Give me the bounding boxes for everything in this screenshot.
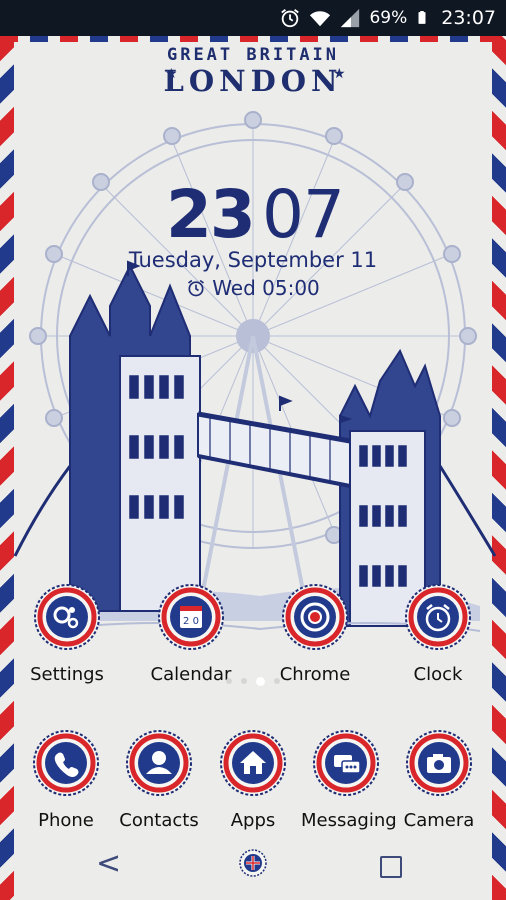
app-settings[interactable]: Settings [22,584,112,685]
chat-icon [313,730,379,796]
battery-percentage: 69% [369,8,408,28]
contact-icon [126,730,192,796]
calendar-icon: 2 0 [158,584,224,650]
home-icon [220,730,286,796]
gears-icon [34,584,100,650]
alarm-icon [281,9,300,28]
status-time: 23:07 [441,7,496,29]
recent-apps-button[interactable] [380,856,402,878]
dock-phone[interactable]: Phone [21,730,111,831]
back-button[interactable]: < [96,846,121,881]
page-indicator [0,677,506,686]
dock-messaging[interactable]: Messaging [301,730,397,831]
status-bar: 69% 23:07 [0,0,506,36]
wifi-icon [310,11,331,27]
dock-apps[interactable]: Apps [208,730,298,831]
clock-hours[interactable]: 23 [166,176,256,253]
next-alarm[interactable]: Wed 05:00 [0,276,506,300]
dock-contacts[interactable]: Contacts [114,730,204,831]
home-button[interactable] [238,848,268,878]
phone-icon [33,730,99,796]
app-chrome[interactable]: Chrome [270,584,360,685]
tower-bridge [13,260,497,627]
signal-icon [341,8,360,28]
page-dot[interactable] [274,678,280,684]
next-alarm-label: Wed 05:00 [212,276,320,300]
camera-icon [406,730,472,796]
app-calendar[interactable]: 2 0 Calendar [146,584,236,685]
alarm-clock-icon [405,584,471,650]
battery-icon [418,11,426,24]
svg-text:2 0: 2 0 [183,616,199,627]
dock-camera[interactable]: Camera [394,730,484,831]
alarm-icon [188,279,205,297]
app-clock[interactable]: Clock [393,584,483,685]
clock-minutes[interactable]: 07 [262,176,345,253]
clock-date[interactable]: Tuesday, September 11 [0,248,506,272]
navigation-bar: < [0,828,506,900]
chrome-icon [282,584,348,650]
page-dot[interactable] [226,678,232,684]
page-dot[interactable] [241,678,247,684]
page-dot-active[interactable] [256,677,265,686]
